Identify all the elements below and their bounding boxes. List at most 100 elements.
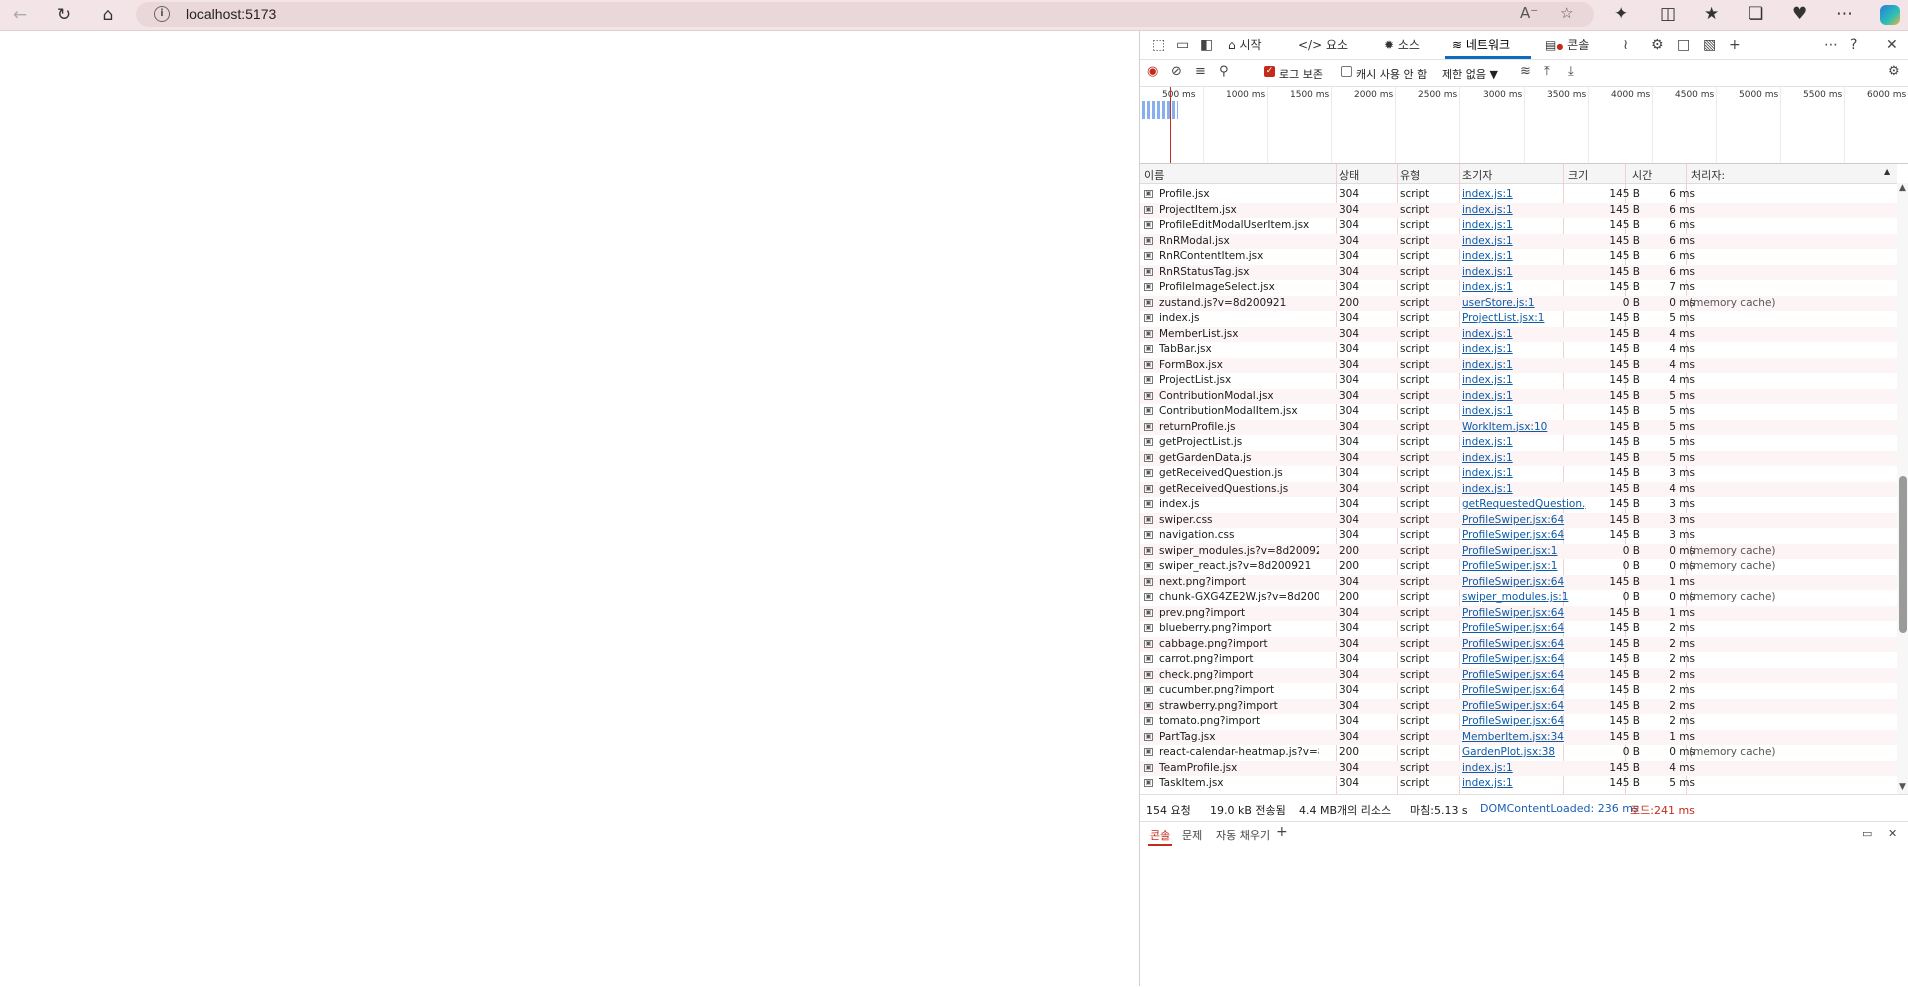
home-icon[interactable]: ⌂ <box>96 3 120 27</box>
inspect-icon[interactable]: ⬚ <box>1152 37 1165 53</box>
favorite-star-icon[interactable]: ☆ <box>1560 4 1573 22</box>
table-row[interactable]: ▣ zustand.js?v=8d200921 200 script userStore… <box>1140 295 1897 311</box>
table-row[interactable]: ▣ TabBar.jsx 304 script index.js:1 145 B 4 ms <box>1140 342 1897 358</box>
table-row[interactable]: ▣ ProjectItem.jsx 304 script index.js:1 145 B… <box>1140 202 1897 218</box>
request-name[interactable]: index.js <box>1159 312 1319 324</box>
request-name[interactable]: RnRStatusTag.jsx <box>1159 266 1319 278</box>
sort-up-icon[interactable]: ▲ <box>1884 167 1890 176</box>
request-name[interactable]: ProfileEditModalUserItem.jsx <box>1159 219 1319 231</box>
table-row[interactable]: ▣ index.js 304 script ProjectList.jsx:1 145 B… <box>1140 311 1897 327</box>
request-name[interactable]: FormBox.jsx <box>1159 359 1319 371</box>
table-row[interactable]: ▣ ProfileEditModalUserItem.jsx 304 script in… <box>1140 218 1897 234</box>
throttle-select[interactable]: 제한 없음 ▼ <box>1442 66 1498 82</box>
table-row[interactable]: ▣ ContributionModal.jsx 304 script index.js:… <box>1140 388 1897 404</box>
request-initiator-link[interactable]: ProfileSwiper.jsx:1 <box>1462 560 1586 572</box>
table-row[interactable]: ▣ cucumber.png?import 304 script ProfileSwip… <box>1140 683 1897 699</box>
table-row[interactable]: ▣ swiper.css 304 script ProfileSwiper.jsx:64… <box>1140 512 1897 528</box>
request-initiator-link[interactable]: ProfileSwiper.jsx:1 <box>1462 545 1586 557</box>
read-aloud-icon[interactable]: A⁻ <box>1520 4 1538 22</box>
table-row[interactable]: ▣ Profile.jsx 304 script index.js:1 145 B 6 ms <box>1140 187 1897 203</box>
table-row[interactable]: ▣ RnRStatusTag.jsx 304 script index.js:1 145 … <box>1140 264 1897 280</box>
clear-icon[interactable]: ⊘ <box>1171 64 1182 79</box>
request-name[interactable]: ContributionModal.jsx <box>1159 390 1319 402</box>
request-initiator-link[interactable]: index.js:1 <box>1462 250 1586 262</box>
table-row[interactable]: ▣ MemberList.jsx 304 script index.js:1 145 B 4… <box>1140 326 1897 342</box>
tab-elements[interactable]: </> 요소 <box>1298 36 1348 53</box>
request-name[interactable]: Profile.jsx <box>1159 188 1319 200</box>
request-name[interactable]: getGardenData.js <box>1159 452 1319 464</box>
table-row[interactable]: ▣ ProjectList.jsx 304 script index.js:1 145 B… <box>1140 373 1897 389</box>
export-har-icon[interactable]: ⤓ <box>1568 64 1574 79</box>
info-icon[interactable]: i <box>154 6 170 22</box>
collections-icon[interactable]: ❏ <box>1748 4 1763 24</box>
request-initiator-link[interactable]: ProfileSwiper.jsx:64 <box>1462 653 1586 665</box>
request-name[interactable]: next.png?import <box>1159 576 1319 588</box>
preserve-log-checkbox[interactable]: ✓ <box>1264 66 1275 77</box>
request-name[interactable]: ProjectList.jsx <box>1159 374 1319 386</box>
scrollbar-thumb[interactable] <box>1899 476 1907 633</box>
request-name[interactable]: MemberList.jsx <box>1159 328 1319 340</box>
drawer-add-tab-icon[interactable]: + <box>1276 824 1288 840</box>
request-name[interactable]: tomato.png?import <box>1159 715 1319 727</box>
request-initiator-link[interactable]: ProfileSwiper.jsx:64 <box>1462 700 1586 712</box>
table-row[interactable]: ▣ swiper_react.js?v=8d200921 200 script Prof… <box>1140 559 1897 575</box>
request-name[interactable]: TabBar.jsx <box>1159 343 1319 355</box>
network-settings-icon[interactable]: ⚙ <box>1888 64 1900 79</box>
request-initiator-link[interactable]: ProfileSwiper.jsx:64 <box>1462 669 1586 681</box>
request-initiator-link[interactable]: ProfileSwiper.jsx:64 <box>1462 622 1586 634</box>
table-row[interactable]: ▣ ProfileImageSelect.jsx 304 script index.js… <box>1140 280 1897 296</box>
add-tab-icon[interactable]: + <box>1729 37 1741 53</box>
request-initiator-link[interactable]: ProfileSwiper.jsx:64 <box>1462 715 1586 727</box>
request-initiator-link[interactable]: index.js:1 <box>1462 343 1586 355</box>
tab-welcome[interactable]: ⌂ 시작 <box>1228 36 1262 53</box>
network-conditions-icon[interactable]: ≋ <box>1520 64 1531 79</box>
extensions-icon[interactable]: ✦ <box>1614 4 1628 24</box>
network-overview-timeline[interactable]: 500 ms 1000 ms 1500 ms 2000 ms 2500 ms 3000 m… <box>1140 87 1908 164</box>
table-row[interactable]: ▣ returnProfile.js 304 script WorkItem.jsx:1… <box>1140 419 1897 435</box>
request-name[interactable]: check.png?import <box>1159 669 1319 681</box>
drawer-tab-autofill[interactable]: 자동 채우기 <box>1216 827 1270 843</box>
request-initiator-link[interactable]: ProfileSwiper.jsx:64 <box>1462 638 1586 650</box>
disable-cache-checkbox[interactable] <box>1341 66 1352 77</box>
table-row[interactable]: ▣ getProjectList.js 304 script index.js:1 145… <box>1140 435 1897 451</box>
table-row[interactable]: ▣ getReceivedQuestions.js 304 script index.j… <box>1140 481 1897 497</box>
table-row[interactable]: ▣ getReceivedQuestion.js 304 script index.js… <box>1140 466 1897 482</box>
table-row[interactable]: ▣ blueberry.png?import 304 script ProfileSwi… <box>1140 621 1897 637</box>
table-row[interactable]: ▣ TaskItem.jsx 304 script index.js:1 145 B 5 m… <box>1140 776 1897 792</box>
address-bar[interactable]: i localhost:5173 A⁻ ☆ <box>136 2 1594 27</box>
request-initiator-link[interactable]: GardenPlot.jsx:38 <box>1462 746 1586 758</box>
table-row[interactable]: ▣ cabbage.png?import 304 script ProfileSwipe… <box>1140 636 1897 652</box>
request-initiator-link[interactable]: MemberItem.jsx:34 <box>1462 731 1586 743</box>
tab-network[interactable]: ≋ 네트워크 <box>1452 36 1510 53</box>
table-row[interactable]: ▣ tomato.png?import 304 script ProfileSwiper… <box>1140 714 1897 730</box>
table-row[interactable]: ▣ next.png?import 304 script ProfileSwiper.j… <box>1140 574 1897 590</box>
drawer-close-icon[interactable]: ✕ <box>1888 827 1897 840</box>
browser-essentials-icon[interactable]: ♥ <box>1792 4 1807 24</box>
request-name[interactable]: TeamProfile.jsx <box>1159 762 1319 774</box>
more-options-icon[interactable]: ⋯ <box>1824 37 1838 53</box>
table-row[interactable]: ▣ check.png?import 304 script ProfileSwiper.… <box>1140 667 1897 683</box>
request-name[interactable]: RnRModal.jsx <box>1159 235 1319 247</box>
column-time[interactable]: 시간 <box>1632 167 1652 183</box>
request-name[interactable]: ContributionModalItem.jsx <box>1159 405 1319 417</box>
request-initiator-link[interactable]: swiper_modules.js:1 <box>1462 591 1586 603</box>
table-row[interactable]: ▣ index.js 304 script getRequestedQuestion.j… <box>1140 497 1897 513</box>
request-name[interactable]: react-calendar-heatmap.js?v=8d200921 <box>1159 746 1319 758</box>
request-initiator-link[interactable]: index.js:1 <box>1462 219 1586 231</box>
settings-gear-icon[interactable]: ⚙ <box>1651 37 1664 53</box>
request-name[interactable]: swiper_modules.js?v=8d200921 <box>1159 545 1319 557</box>
request-name[interactable]: swiper_react.js?v=8d200921 <box>1159 560 1319 572</box>
more-icon[interactable]: ⋯ <box>1836 4 1853 24</box>
request-name[interactable]: cucumber.png?import <box>1159 684 1319 696</box>
request-name[interactable]: strawberry.png?import <box>1159 700 1319 712</box>
reload-icon[interactable]: ↻ <box>52 3 76 27</box>
request-name[interactable]: chunk-GXG4ZE2W.js?v=8d200921 <box>1159 591 1319 603</box>
request-initiator-link[interactable]: index.js:1 <box>1462 359 1586 371</box>
request-initiator-link[interactable]: index.js:1 <box>1462 374 1586 386</box>
scroll-up-icon[interactable]: ▲ <box>1899 183 1906 193</box>
column-status[interactable]: 상태 <box>1339 167 1359 183</box>
request-name[interactable]: PartTag.jsx <box>1159 731 1319 743</box>
memory-icon[interactable]: ▧ <box>1703 37 1716 53</box>
record-icon[interactable]: ◉ <box>1147 64 1158 79</box>
favorites-icon[interactable]: ★ <box>1704 4 1719 24</box>
